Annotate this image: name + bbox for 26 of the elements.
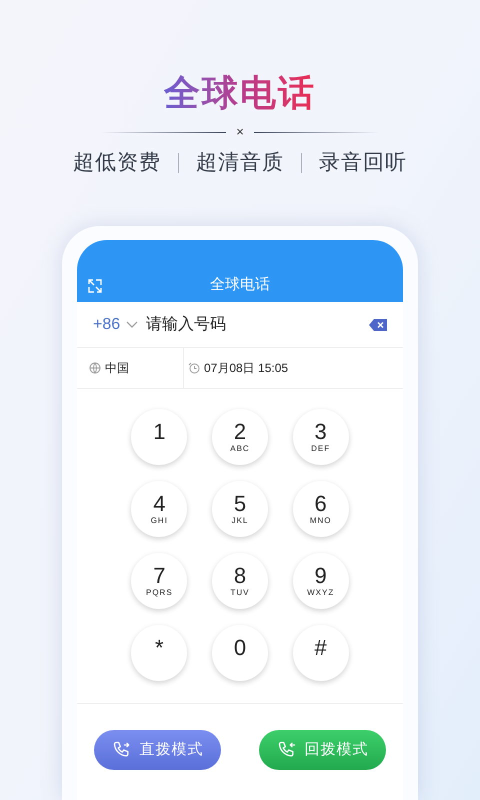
- feature-label: 超低资费: [73, 150, 161, 176]
- phone-number-field[interactable]: 请输入号码: [146, 312, 369, 336]
- feature-label: 超清音质: [196, 150, 284, 176]
- dial-key[interactable]: 1: [131, 409, 188, 465]
- dial-key[interactable]: 9 WXYZ: [292, 553, 349, 609]
- dial-key[interactable]: 2 ABC: [212, 409, 268, 465]
- dial-key[interactable]: 5 JKL: [212, 481, 268, 537]
- dial-key[interactable]: #: [292, 625, 349, 681]
- dial-key[interactable]: *: [131, 625, 188, 681]
- date-time: 07月08日 15:05: [204, 360, 288, 377]
- clock-icon: [188, 362, 200, 374]
- dial-key[interactable]: 4 GHI: [131, 481, 188, 537]
- mode-button[interactable]: 直拨模式: [94, 730, 221, 770]
- feature-label: 录音回听: [319, 150, 407, 176]
- dial-key[interactable]: 8 TUV: [212, 553, 268, 609]
- globe-icon: [89, 362, 101, 374]
- screen-title: 全球电话: [210, 275, 270, 295]
- dial-key[interactable]: 0: [212, 625, 268, 681]
- backspace-icon[interactable]: [369, 318, 387, 330]
- separator-mark: ×: [236, 124, 244, 140]
- dial-key[interactable]: 6 MNO: [292, 481, 349, 537]
- country-code-selector[interactable]: +86: [93, 312, 138, 336]
- dial-key[interactable]: 7 PQRS: [131, 553, 188, 609]
- chevron-down-icon: [126, 320, 138, 328]
- dial-key[interactable]: 3 DEF: [292, 409, 349, 465]
- country-name[interactable]: 中国: [105, 359, 129, 377]
